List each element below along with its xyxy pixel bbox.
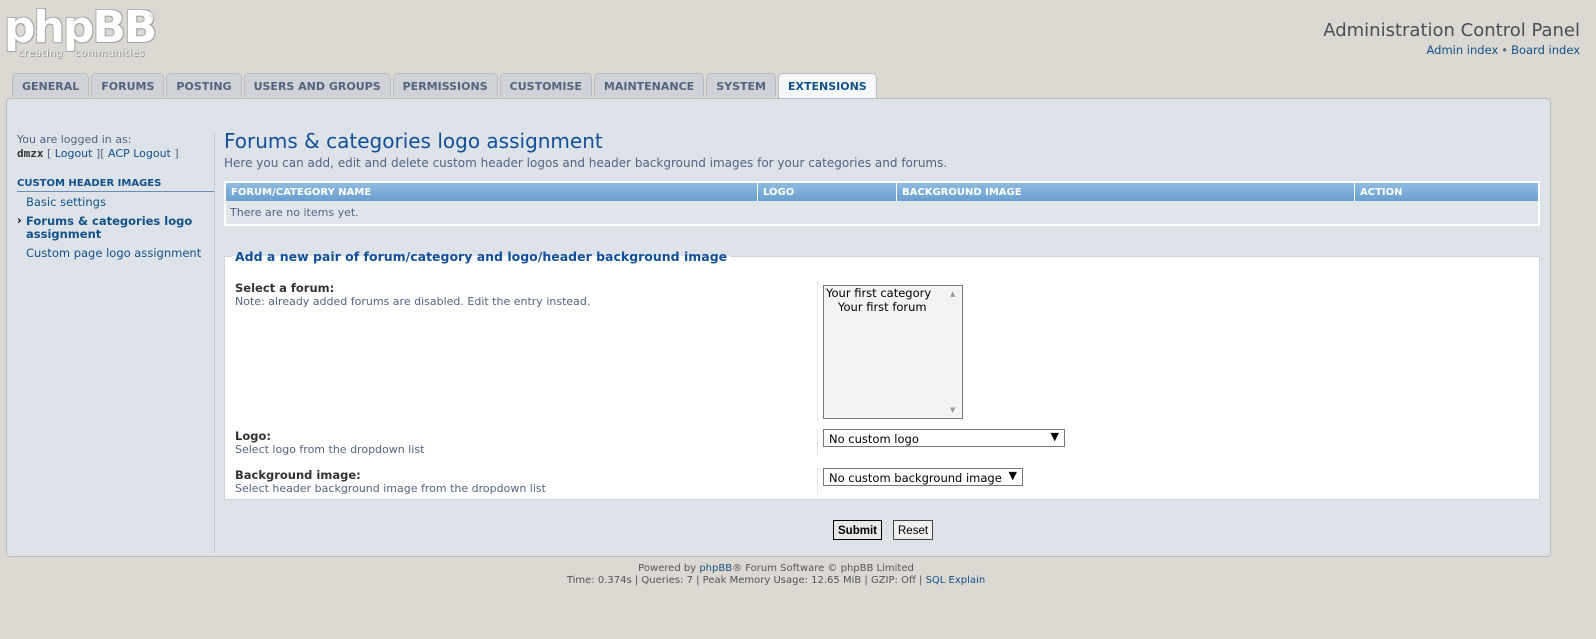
- form-legend: Add a new pair of forum/category and log…: [235, 249, 728, 264]
- sidebar-menu: You are logged in as: dmzx [ Logout ][ A…: [17, 133, 215, 262]
- reset-button[interactable]: Reset: [893, 520, 934, 540]
- forum-option-forum[interactable]: Your first forum: [824, 300, 962, 314]
- row-divider: [817, 281, 818, 421]
- sidebar-item-custom-page-logo[interactable]: Custom page logo assignment: [17, 243, 215, 262]
- background-select-row: Background image: Select header backgrou…: [235, 468, 546, 495]
- logout-link[interactable]: Logout: [55, 147, 93, 160]
- empty-message: There are no items yet.: [225, 201, 1539, 225]
- background-dropdown-value: No custom background image: [829, 471, 1002, 485]
- scroll-up-icon[interactable]: ▲: [950, 290, 955, 298]
- logo-registered-mark: ®: [148, 10, 158, 21]
- row-divider: [817, 429, 818, 455]
- table-header-row: FORUM/CATEGORY NAME LOGO BACKGROUND IMAG…: [224, 182, 1539, 201]
- tab-system[interactable]: SYSTEM: [706, 73, 776, 97]
- add-assignment-form: Add a new pair of forum/category and log…: [224, 249, 1540, 500]
- board-index-link[interactable]: Board index: [1511, 43, 1580, 57]
- dropdown-arrow-icon: ▼: [1008, 469, 1017, 482]
- page-title: Forums & categories logo assignment: [224, 129, 603, 153]
- tab-maintenance[interactable]: MAINTENANCE: [593, 73, 705, 97]
- acp-logout-link[interactable]: ACP Logout: [108, 147, 171, 160]
- sidebar-item-forums-logo-assignment[interactable]: Forums & categories logo assignment: [17, 211, 215, 243]
- logo-select-row: Logo: Select logo from the dropdown list: [235, 429, 424, 456]
- username: dmzx: [17, 147, 44, 160]
- column-header-name: FORUM/CATEGORY NAME: [224, 182, 758, 201]
- logo-select-note: Select logo from the dropdown list: [235, 443, 425, 456]
- link-separator: •: [1501, 43, 1509, 57]
- page-header-title: Administration Control Panel: [1323, 20, 1580, 41]
- main-content: Forums & categories logo assignment Here…: [224, 129, 1540, 500]
- logo-dropdown-value: No custom logo: [829, 432, 919, 446]
- forum-select-label: Select a forum:: [235, 281, 335, 295]
- phpbb-link[interactable]: phpBB: [699, 563, 732, 574]
- background-select-label: Background image:: [235, 468, 361, 482]
- submit-button[interactable]: Submit: [833, 520, 882, 540]
- sql-explain-link[interactable]: SQL Explain: [926, 575, 986, 586]
- dropdown-arrow-icon: ▼: [1050, 430, 1059, 443]
- background-dropdown[interactable]: No custom background image ▼: [823, 468, 1023, 486]
- forum-select-row: Select a forum: Note: already added foru…: [235, 281, 590, 308]
- page-description: Here you can add, edit and delete custom…: [224, 156, 948, 170]
- tab-customise[interactable]: CUSTOMISE: [499, 73, 592, 97]
- background-select-note: Select header background image from the …: [235, 482, 546, 495]
- logged-in-info: You are logged in as: dmzx [ Logout ][ A…: [17, 133, 215, 161]
- header-links: Admin index • Board index: [1427, 43, 1581, 57]
- footer-stats: Time: 0.374s | Queries: 7 | Peak Memory …: [0, 575, 1552, 586]
- forum-listbox[interactable]: Your first category Your first forum ▲ ▼: [823, 285, 963, 419]
- powered-suffix: ® Forum Software © phpBB Limited: [732, 563, 914, 574]
- main-tabs: GENERAL FORUMS POSTING USERS AND GROUPS …: [12, 73, 879, 99]
- sidebar-divider: [214, 133, 215, 553]
- logo-dropdown[interactable]: No custom logo ▼: [823, 429, 1065, 447]
- phpbb-logo[interactable]: phpBB ® creating communities: [4, 2, 158, 62]
- footer-powered-by: Powered by phpBB® Forum Software © phpBB…: [0, 563, 1552, 574]
- tab-general[interactable]: GENERAL: [12, 73, 90, 97]
- column-header-background: BACKGROUND IMAGE: [896, 182, 1355, 201]
- scroll-down-icon[interactable]: ▼: [950, 406, 955, 414]
- sidebar-section-title: CUSTOM HEADER IMAGES: [17, 178, 215, 192]
- tab-permissions[interactable]: PERMISSIONS: [392, 73, 498, 97]
- tab-extensions[interactable]: EXTENSIONS: [777, 73, 877, 99]
- table-row: There are no items yet.: [225, 201, 1539, 225]
- logo-tagline: creating communities: [18, 48, 145, 59]
- debug-stats: Time: 0.374s | Queries: 7 | Peak Memory …: [566, 575, 923, 586]
- assignments-table: FORUM/CATEGORY NAME LOGO BACKGROUND IMAG…: [224, 181, 1540, 226]
- forum-select-note: Note: already added forums are disabled.…: [235, 295, 591, 308]
- sidebar-item-basic-settings[interactable]: Basic settings: [17, 192, 215, 211]
- tab-forums[interactable]: FORUMS: [91, 73, 165, 97]
- powered-prefix: Powered by: [638, 563, 697, 574]
- logo-wordmark: phpBB: [4, 2, 157, 53]
- forum-option-category[interactable]: Your first category: [824, 286, 962, 300]
- column-header-logo: LOGO: [757, 182, 897, 201]
- logged-in-label: You are logged in as:: [17, 133, 132, 146]
- tab-posting[interactable]: POSTING: [166, 73, 242, 97]
- column-header-action: ACTION: [1354, 182, 1539, 201]
- logo-select-label: Logo:: [235, 429, 271, 443]
- tab-users-and-groups[interactable]: USERS AND GROUPS: [243, 73, 391, 97]
- main-panel: You are logged in as: dmzx [ Logout ][ A…: [6, 98, 1551, 557]
- row-divider: [817, 468, 818, 494]
- admin-index-link[interactable]: Admin index: [1427, 43, 1499, 57]
- listbox-scrollbar[interactable]: ▲ ▼: [948, 288, 960, 416]
